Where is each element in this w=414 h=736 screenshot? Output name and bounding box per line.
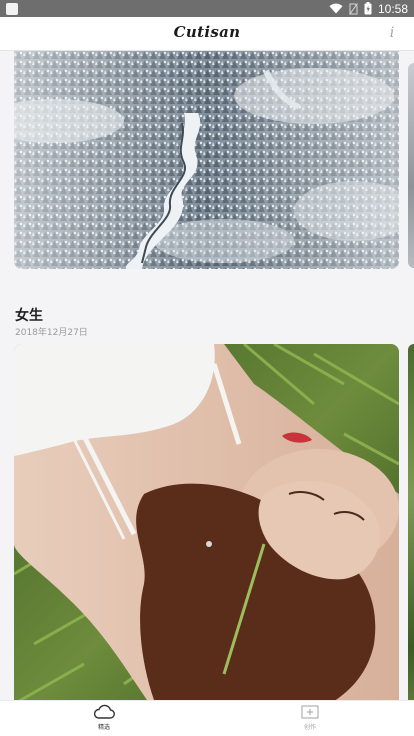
tab-featured[interactable]: 精选 [74, 704, 134, 736]
app-screen: 10:58 Cutisan i 女生 2018年12月27日 精选 创作 [0, 0, 414, 736]
woman-in-grass-illustration [14, 344, 399, 700]
cloud-icon [93, 704, 115, 719]
status-bar: 10:58 [0, 0, 414, 17]
app-logo: Cutisan [173, 23, 241, 41]
no-sim-icon [349, 2, 358, 15]
app-header: Cutisan i [0, 17, 414, 51]
section-title: 女生 [15, 308, 43, 324]
status-time: 10:58 [377, 1, 408, 16]
tab-featured-label: 精选 [97, 724, 110, 731]
battery-icon [364, 2, 372, 15]
app-square-icon [6, 3, 18, 15]
status-icons: 10:58 [329, 0, 408, 17]
info-button[interactable]: i [384, 23, 400, 43]
snowy-forest-river-photo[interactable] [14, 51, 399, 269]
next-photo-peek[interactable] [408, 344, 414, 700]
next-photo-peek[interactable] [408, 63, 414, 268]
wifi-icon [329, 3, 343, 14]
woman-lying-in-grass-photo[interactable] [14, 344, 399, 700]
bottom-tab-bar: 精选 创作 [0, 700, 414, 736]
feed-scroll-area[interactable]: 女生 2018年12月27日 [0, 51, 414, 700]
tab-create-label: 创作 [303, 724, 316, 731]
section-date: 2018年12月27日 [15, 328, 88, 338]
snowy-forest-illustration [14, 51, 399, 269]
add-frame-icon [301, 705, 319, 719]
tab-create[interactable]: 创作 [280, 704, 340, 736]
